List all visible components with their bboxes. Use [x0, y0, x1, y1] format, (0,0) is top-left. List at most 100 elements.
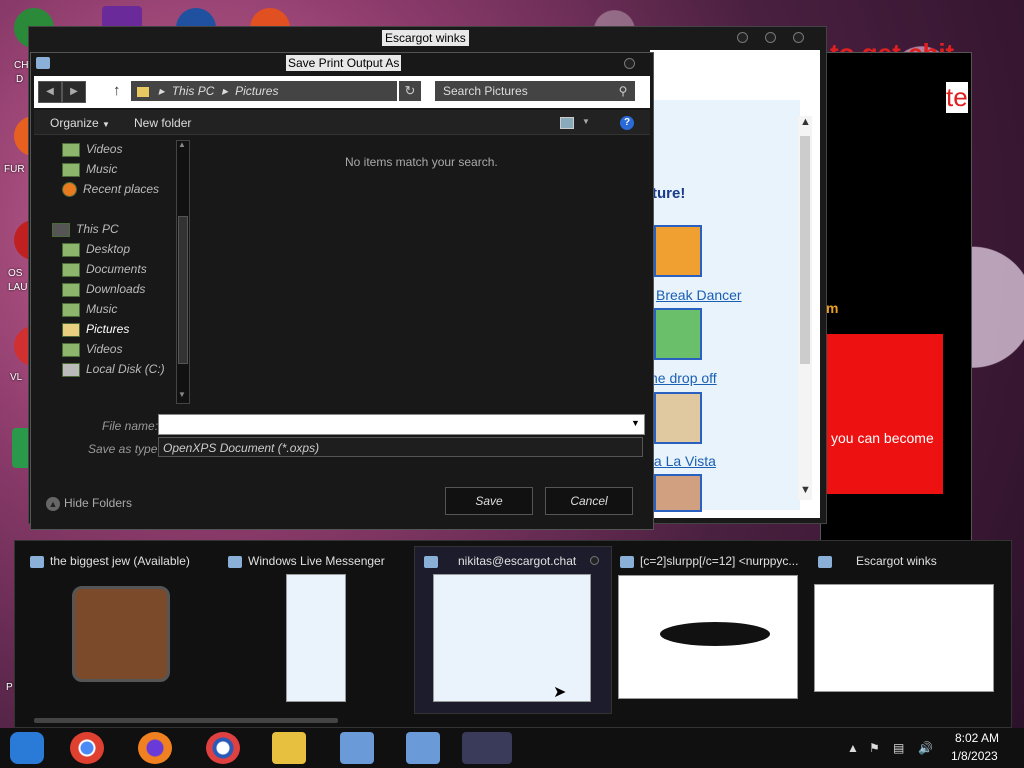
- new-folder-button[interactable]: New folder: [134, 116, 191, 130]
- chevron-up-icon[interactable]: ▲: [847, 741, 859, 755]
- avatar[interactable]: [72, 586, 170, 682]
- preview-label: [c=2]slurpp[/c=12] <nurppyc...: [640, 554, 799, 568]
- chevron-down-icon[interactable]: ▼: [800, 484, 811, 496]
- wink-thumbnail[interactable]: [654, 225, 702, 277]
- winks-scroll-thumb[interactable]: [800, 136, 810, 364]
- file-explorer-icon[interactable]: [272, 732, 306, 764]
- nav-item-local-disk[interactable]: Local Disk (C:): [62, 360, 165, 378]
- file-name-label: File name:: [102, 419, 159, 433]
- wink-link[interactable]: Break Dancer: [656, 287, 742, 303]
- msn-setup-icon[interactable]: [340, 732, 374, 764]
- close-preview-button[interactable]: [590, 556, 599, 565]
- file-name-input[interactable]: [158, 414, 645, 435]
- documents-folder-icon: [62, 262, 80, 277]
- computer-icon: [52, 222, 70, 237]
- flag-icon[interactable]: ⚑: [869, 741, 880, 755]
- back-button[interactable]: ◀: [38, 81, 62, 103]
- search-input[interactable]: Search Pictures: [435, 81, 617, 101]
- view-options-icon[interactable]: [560, 117, 574, 129]
- obama-icon[interactable]: [206, 732, 240, 764]
- chrome-icon[interactable]: [70, 732, 104, 764]
- chevron-up-icon[interactable]: ▲: [800, 116, 811, 128]
- preview-thumbnail[interactable]: [286, 574, 346, 702]
- organize-button[interactable]: Organize ▼: [50, 116, 110, 130]
- chevron-down-icon[interactable]: ▼: [631, 418, 640, 428]
- search-icon[interactable]: ⚲: [611, 81, 635, 101]
- up-arrow-icon[interactable]: ↑: [113, 82, 121, 99]
- file-list[interactable]: [190, 136, 650, 402]
- msn-icon: [36, 57, 50, 69]
- refresh-icon[interactable]: ↻: [399, 81, 421, 101]
- cancel-button[interactable]: Cancel: [545, 487, 633, 515]
- nav-item-documents[interactable]: Documents: [62, 260, 147, 278]
- close-button[interactable]: [793, 32, 804, 43]
- winks-heading: ture!: [652, 185, 686, 202]
- help-icon[interactable]: ?: [620, 116, 634, 130]
- red-banner: [825, 334, 943, 494]
- nav-item-downloads[interactable]: Downloads: [62, 280, 145, 298]
- nav-item-desktop[interactable]: Desktop: [62, 240, 130, 258]
- wink-thumbnail[interactable]: [654, 474, 702, 512]
- wink-link[interactable]: ne drop off: [650, 370, 717, 386]
- save-button[interactable]: Save: [445, 487, 533, 515]
- window-title: Escargot winks: [382, 30, 469, 46]
- wink-thumbnail[interactable]: [654, 392, 702, 444]
- preview-scrollbar[interactable]: [34, 718, 338, 723]
- firefox-icon[interactable]: [138, 732, 172, 764]
- preview-thumbnail[interactable]: [814, 584, 994, 692]
- recent-places-icon: [62, 182, 77, 198]
- preview-label: the biggest jew (Available): [50, 554, 190, 568]
- nav-item-music[interactable]: Music: [62, 160, 117, 178]
- music-folder-icon: [62, 162, 80, 177]
- minimize-button[interactable]: [737, 32, 748, 43]
- preview-title[interactable]: Escargot winks: [818, 554, 937, 568]
- nav-scroll-thumb[interactable]: [178, 216, 188, 364]
- clock-date[interactable]: 1/8/2023: [951, 749, 998, 763]
- nav-item-music[interactable]: Music: [62, 300, 117, 318]
- maximize-button[interactable]: [765, 32, 776, 43]
- breadcrumb-arrow: ▸: [158, 84, 165, 98]
- scribble-drawing: [660, 622, 770, 646]
- preview-thumbnail[interactable]: [433, 574, 591, 702]
- chevron-down-icon[interactable]: ▼: [178, 390, 186, 399]
- nav-item-pictures[interactable]: Pictures: [62, 320, 129, 338]
- nav-label: Documents: [86, 262, 147, 276]
- nav-label: Videos: [86, 342, 123, 356]
- breadcrumb-this-pc[interactable]: This PC: [172, 84, 215, 98]
- msn-icon: [620, 555, 634, 568]
- nav-label: Videos: [86, 142, 123, 156]
- breadcrumb-pictures[interactable]: Pictures: [235, 84, 278, 98]
- volume-icon[interactable]: 🔊: [918, 741, 933, 755]
- nav-item-recent-places[interactable]: Recent places: [62, 180, 159, 198]
- downloads-folder-icon: [62, 282, 80, 297]
- msn-icon: [228, 555, 242, 568]
- preview-title[interactable]: nikitas@escargot.chat: [424, 554, 576, 568]
- red-banner-text: you can become: [831, 430, 934, 446]
- nav-item-videos[interactable]: Videos: [62, 140, 122, 158]
- messenger-icon[interactable]: [462, 732, 512, 764]
- music-folder-icon: [62, 302, 80, 317]
- chevron-up-icon[interactable]: ▲: [178, 140, 186, 149]
- nav-item-this-pc[interactable]: This PC: [52, 220, 119, 238]
- msn-icon: [30, 555, 44, 568]
- chevron-down-icon: ▼: [102, 120, 110, 129]
- save-type-select[interactable]: OpenXPS Document (*.oxps): [158, 437, 643, 457]
- pictures-folder-icon: [62, 322, 80, 337]
- address-path[interactable]: ▸ This PC ▸ Pictures: [131, 81, 397, 101]
- forward-button[interactable]: ▶: [62, 81, 86, 103]
- chevron-down-icon[interactable]: ▼: [582, 117, 590, 126]
- msn-setup-icon[interactable]: [406, 732, 440, 764]
- hide-folders-button[interactable]: ▲ Hide Folders: [46, 496, 132, 511]
- nav-item-videos[interactable]: Videos: [62, 340, 122, 358]
- network-icon[interactable]: ▤: [893, 741, 904, 755]
- preview-title[interactable]: the biggest jew (Available): [30, 554, 190, 568]
- nav-label: Music: [86, 302, 118, 316]
- preview-title[interactable]: [c=2]slurpp[/c=12] <nurppyc...: [620, 554, 798, 568]
- media-center-icon[interactable]: [10, 732, 44, 764]
- wink-link[interactable]: ta La Vista: [650, 453, 716, 469]
- nav-label: This PC: [76, 222, 119, 236]
- wink-thumbnail[interactable]: [654, 308, 702, 360]
- close-button[interactable]: [624, 58, 635, 69]
- preview-title[interactable]: Windows Live Messenger: [228, 554, 385, 568]
- clock-time[interactable]: 8:02 AM: [955, 731, 999, 745]
